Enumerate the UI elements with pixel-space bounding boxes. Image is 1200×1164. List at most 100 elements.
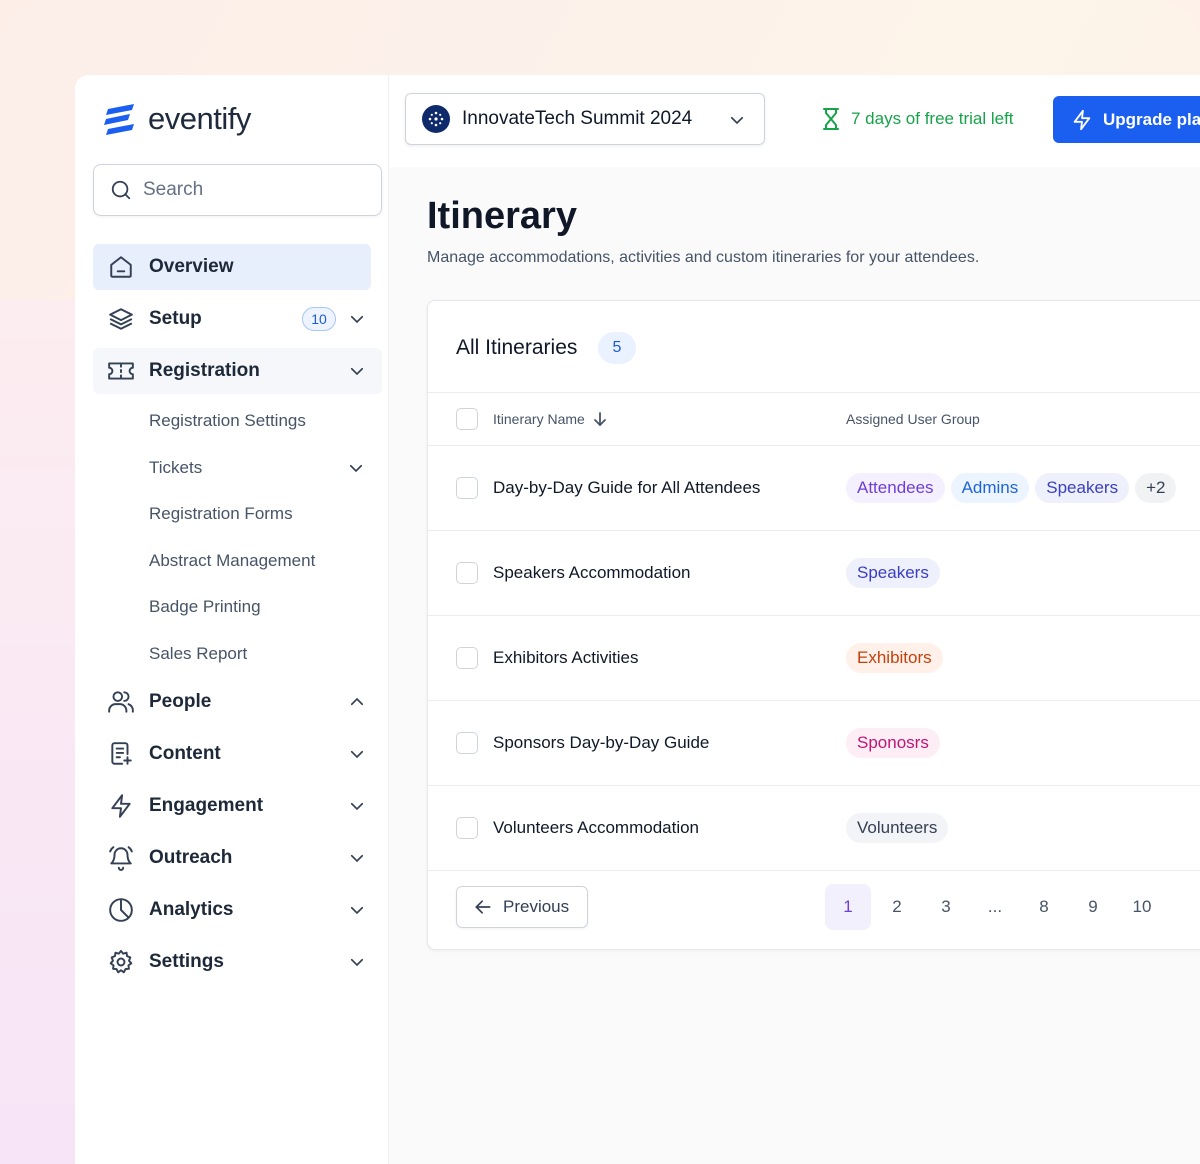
- sidebar-item-overview[interactable]: Overview: [93, 244, 371, 290]
- page-number-2[interactable]: 2: [874, 884, 920, 930]
- chevron-down-icon[interactable]: [348, 362, 366, 380]
- page-ellipsis: ...: [987, 897, 1003, 916]
- table-header: Itinerary Name Assigned User Group: [428, 393, 1200, 446]
- row-checkbox[interactable]: [456, 477, 478, 499]
- card-title: All Itineraries: [456, 336, 578, 359]
- itineraries-table-card: All Itineraries 5 Itinerary Name Assigne…: [427, 300, 1200, 950]
- sidebar-subitem-label: Tickets: [149, 458, 203, 477]
- sidebar-item-label: Engagement: [149, 795, 264, 816]
- sidebar-item-label: People: [149, 691, 212, 712]
- chevron-down-icon[interactable]: [347, 459, 365, 477]
- tag-speakers: Speakers: [846, 558, 940, 588]
- column-header-label: Itinerary Name: [493, 411, 585, 427]
- sidebar-item-setup[interactable]: Setup 10: [93, 296, 382, 342]
- table-row[interactable]: Speakers Accommodation Speakers: [428, 531, 1200, 616]
- brand-name: eventify: [148, 101, 251, 136]
- sidebar-subitem-registration-settings[interactable]: Registration Settings: [149, 406, 379, 436]
- page-number-8[interactable]: 8: [1021, 884, 1067, 930]
- sidebar-item-label: Settings: [149, 951, 224, 972]
- user-group-tags: Exhibitors: [846, 643, 943, 673]
- tag-attendees: Attendees: [846, 473, 945, 503]
- tag-volunteers: Volunteers: [846, 813, 949, 843]
- card-header: All Itineraries 5: [428, 301, 1200, 393]
- trial-notice: 7 days of free trial left: [821, 107, 1014, 131]
- chevron-down-icon[interactable]: [348, 310, 366, 328]
- chevron-down-icon[interactable]: [348, 901, 366, 919]
- home-icon: [107, 253, 135, 281]
- event-selector[interactable]: InnovateTech Summit 2024: [405, 93, 765, 145]
- chevron-down-icon[interactable]: [348, 797, 366, 815]
- table-row[interactable]: Day-by-Day Guide for All Attendees Atten…: [428, 446, 1200, 531]
- page-number-10[interactable]: 10: [1119, 884, 1165, 930]
- itinerary-name: Sponsors Day-by-Day Guide: [493, 733, 710, 752]
- user-group-tags: Speakers: [846, 558, 940, 588]
- sidebar-subitem-registration-forms[interactable]: Registration Forms: [149, 499, 379, 529]
- page-number-3[interactable]: 3: [923, 884, 969, 930]
- chevron-down-icon[interactable]: [348, 745, 366, 763]
- previous-label: Previous: [503, 897, 570, 916]
- sidebar-item-outreach[interactable]: Outreach: [93, 835, 382, 881]
- previous-page-button[interactable]: Previous: [456, 886, 588, 928]
- sidebar-item-content[interactable]: Content: [93, 731, 382, 777]
- chevron-down-icon[interactable]: [348, 849, 366, 867]
- user-group-tags: Attendees Admins Speakers +2: [846, 473, 1177, 503]
- pie-chart-icon: [107, 896, 135, 924]
- search-icon: [111, 180, 131, 200]
- chevron-down-icon: [730, 116, 744, 125]
- column-header-assigned-user-group: Assigned User Group: [846, 411, 980, 427]
- upgrade-plan-button[interactable]: Upgrade plan: [1053, 96, 1200, 143]
- itinerary-name: Speakers Accommodation: [493, 563, 691, 582]
- sidebar-item-analytics[interactable]: Analytics: [93, 887, 382, 933]
- sidebar-item-label: Analytics: [149, 899, 234, 920]
- search-input[interactable]: [143, 179, 363, 201]
- row-checkbox[interactable]: [456, 562, 478, 584]
- search-box[interactable]: [93, 164, 382, 216]
- event-logo-icon: [422, 105, 450, 133]
- chevron-up-icon[interactable]: [348, 693, 366, 711]
- tag-exhibitors: Exhibitors: [846, 643, 943, 673]
- brand-logo[interactable]: eventify: [102, 101, 251, 137]
- page-number-9[interactable]: 9: [1070, 884, 1116, 930]
- tag-sponsors: Sponosrs: [846, 728, 940, 758]
- page-title: Itinerary: [427, 195, 577, 237]
- column-header-itinerary-name[interactable]: Itinerary Name: [493, 411, 607, 427]
- row-checkbox[interactable]: [456, 647, 478, 669]
- user-group-tags: Volunteers: [846, 813, 949, 843]
- chevron-down-icon[interactable]: [348, 953, 366, 971]
- sidebar-item-label: Content: [149, 743, 221, 764]
- sidebar-subitem-badge-printing[interactable]: Badge Printing: [149, 592, 379, 622]
- sidebar-item-settings[interactable]: Settings: [93, 939, 382, 985]
- itinerary-name: Day-by-Day Guide for All Attendees: [493, 478, 761, 497]
- sidebar-item-registration[interactable]: Registration: [93, 348, 382, 394]
- table-row[interactable]: Exhibitors Activities Exhibitors: [428, 616, 1200, 701]
- setup-count-badge: 10: [302, 307, 336, 331]
- tag-more[interactable]: +2: [1135, 473, 1177, 503]
- sidebar-item-label: Outreach: [149, 847, 233, 868]
- trial-text: 7 days of free trial left: [851, 109, 1014, 128]
- file-plus-icon: [107, 740, 135, 768]
- table-row[interactable]: Sponsors Day-by-Day Guide Sponosrs: [428, 701, 1200, 786]
- sidebar-subitem-tickets[interactable]: Tickets: [149, 453, 379, 483]
- lightning-icon: [1073, 109, 1091, 130]
- app-window: eventify Overview Setup: [75, 75, 1200, 1164]
- lightning-icon: [107, 792, 135, 820]
- sidebar-subitem-sales-report[interactable]: Sales Report: [149, 639, 379, 669]
- layers-icon: [107, 305, 135, 333]
- page-number-1[interactable]: 1: [825, 884, 871, 930]
- hourglass-icon: [823, 108, 839, 130]
- sidebar-item-label: Registration: [149, 360, 260, 381]
- sidebar-subitem-abstract-management[interactable]: Abstract Management: [149, 546, 379, 576]
- users-icon: [107, 688, 135, 716]
- table-row[interactable]: Volunteers Accommodation Volunteers: [428, 786, 1200, 871]
- select-all-checkbox[interactable]: [456, 408, 478, 430]
- top-bar: InnovateTech Summit 2024 7 days of free …: [389, 75, 1200, 167]
- eventify-logo-icon: [104, 104, 134, 135]
- sidebar-item-label: Overview: [149, 256, 234, 277]
- sidebar-item-engagement[interactable]: Engagement: [93, 783, 382, 829]
- bell-icon: [107, 844, 135, 872]
- row-checkbox[interactable]: [456, 817, 478, 839]
- arrow-left-icon: [475, 900, 491, 914]
- row-checkbox[interactable]: [456, 732, 478, 754]
- pagination: Previous 1 2 3 ... 8 9 10: [428, 871, 1200, 951]
- sidebar-item-people[interactable]: People: [93, 679, 382, 725]
